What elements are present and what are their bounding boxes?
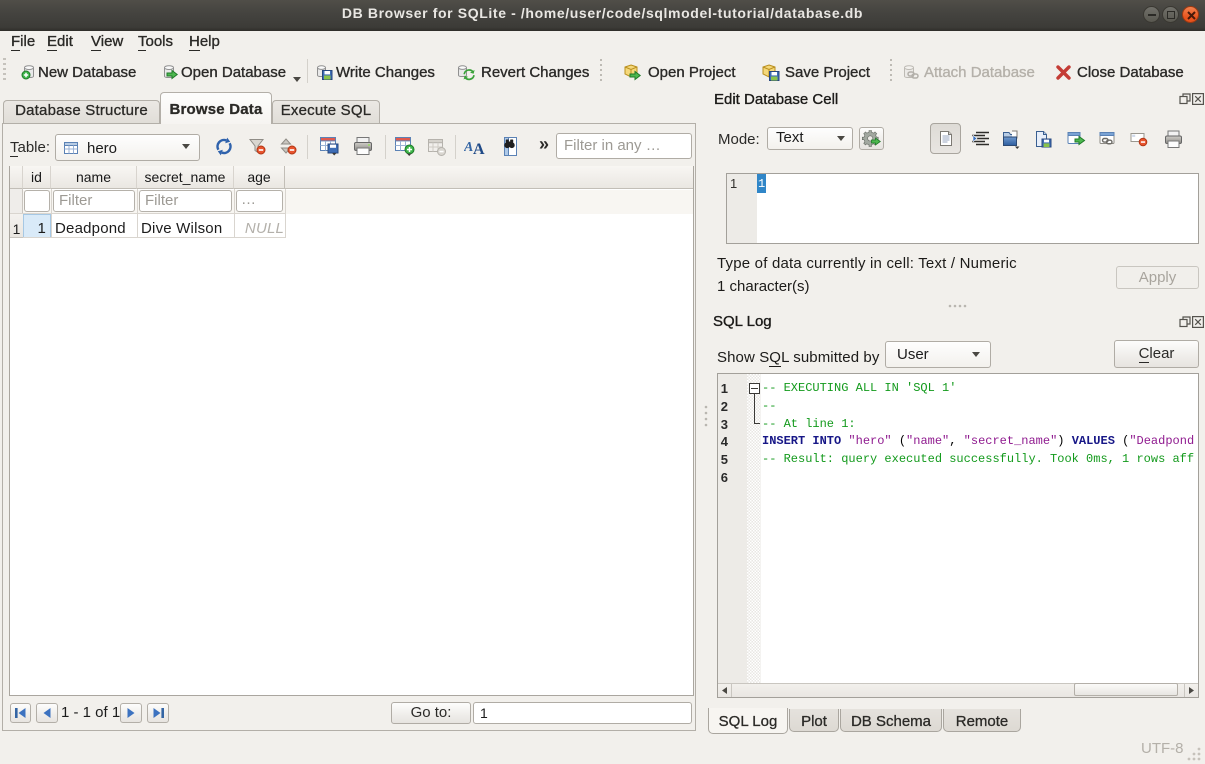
svg-text:A: A: [473, 141, 485, 155]
svg-text:A: A: [464, 140, 473, 155]
